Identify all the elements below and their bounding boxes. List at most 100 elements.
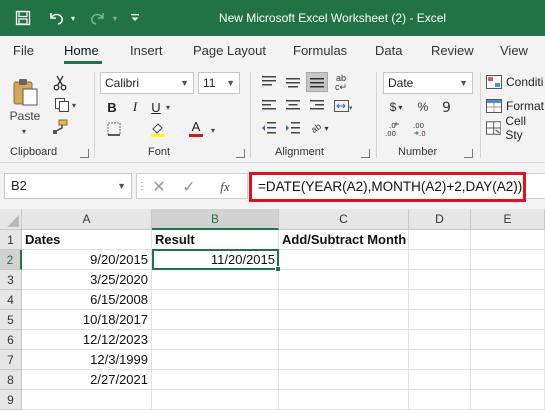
underline-dropdown-icon[interactable]: ▾ xyxy=(163,100,173,114)
cell-e7[interactable] xyxy=(471,350,545,370)
increase-indent-icon[interactable] xyxy=(284,120,302,136)
cell-e4[interactable] xyxy=(471,290,545,310)
cell-b8[interactable] xyxy=(152,370,279,390)
percent-button[interactable]: % xyxy=(414,98,432,116)
cell-d5[interactable] xyxy=(409,310,471,330)
insert-function-icon[interactable]: fx xyxy=(215,177,235,197)
cell-d2[interactable] xyxy=(409,250,471,270)
font-size-select[interactable]: 11 ▼ xyxy=(198,72,240,94)
copy-icon[interactable]: ▾ xyxy=(50,96,80,114)
bold-button[interactable]: B xyxy=(104,98,120,116)
cell-c5[interactable] xyxy=(279,310,409,330)
cell-e8[interactable] xyxy=(471,370,545,390)
italic-button[interactable]: I xyxy=(127,98,143,116)
cell-a8[interactable]: 2/27/2021 xyxy=(22,370,152,390)
align-right-icon[interactable] xyxy=(308,98,326,114)
column-header-a[interactable]: A xyxy=(22,209,152,230)
column-header-e[interactable]: E xyxy=(471,209,545,230)
align-top-icon[interactable] xyxy=(260,74,278,90)
cell-c7[interactable] xyxy=(279,350,409,370)
cell-a4[interactable]: 6/15/2008 xyxy=(22,290,152,310)
more-options-icon[interactable]: ⋮ xyxy=(137,176,147,196)
row-header-4[interactable]: 4 xyxy=(0,290,22,310)
row-header-8[interactable]: 8 xyxy=(0,370,22,390)
cell-b7[interactable] xyxy=(152,350,279,370)
cell-a2[interactable]: 9/20/2015 xyxy=(22,250,152,270)
font-color-icon[interactable]: A xyxy=(186,120,206,138)
row-header-2[interactable]: 2 xyxy=(0,250,22,270)
cell-a5[interactable]: 10/18/2017 xyxy=(22,310,152,330)
cell-c6[interactable] xyxy=(279,330,409,350)
cell-b9[interactable] xyxy=(152,390,279,410)
cell-styles-button[interactable]: Cell Sty xyxy=(486,114,545,142)
cell-b3[interactable] xyxy=(152,270,279,290)
cell-d7[interactable] xyxy=(409,350,471,370)
formula-input[interactable]: =DATE(YEAR(A2),MONTH(A2)+2,DAY(A2)) xyxy=(249,172,526,202)
font-name-select[interactable]: Calibri ▼ xyxy=(100,72,194,94)
column-header-d[interactable]: D xyxy=(409,209,471,230)
fill-handle[interactable] xyxy=(275,266,281,272)
cell-e5[interactable] xyxy=(471,310,545,330)
cell-d8[interactable] xyxy=(409,370,471,390)
borders-icon[interactable] xyxy=(104,120,124,138)
merge-center-icon[interactable]: ▾ xyxy=(332,98,354,114)
cut-icon[interactable] xyxy=(50,74,70,92)
tab-view[interactable]: View xyxy=(500,43,528,58)
tab-page-layout[interactable]: Page Layout xyxy=(193,43,266,58)
cell-e3[interactable] xyxy=(471,270,545,290)
cell-d6[interactable] xyxy=(409,330,471,350)
cell-a3[interactable]: 3/25/2020 xyxy=(22,270,152,290)
select-all-corner[interactable] xyxy=(0,209,22,230)
align-center-icon[interactable] xyxy=(284,98,302,114)
cell-e1[interactable] xyxy=(471,230,545,250)
cell-d9[interactable] xyxy=(409,390,471,410)
tab-file[interactable]: File xyxy=(13,43,34,58)
row-header-7[interactable]: 7 xyxy=(0,350,22,370)
cell-a6[interactable]: 12/12/2023 xyxy=(22,330,152,350)
font-color-dropdown-icon[interactable]: ▾ xyxy=(208,124,218,136)
cell-c9[interactable] xyxy=(279,390,409,410)
cell-c3[interactable] xyxy=(279,270,409,290)
cell-d3[interactable] xyxy=(409,270,471,290)
align-bottom-icon[interactable] xyxy=(306,72,328,92)
align-middle-icon[interactable] xyxy=(284,74,302,90)
paste-button[interactable]: Paste xyxy=(6,72,44,128)
comma-style-icon[interactable]: 9 xyxy=(438,98,458,116)
column-header-b[interactable]: B xyxy=(152,209,279,230)
row-header-9[interactable]: 9 xyxy=(0,390,22,410)
cell-b5[interactable] xyxy=(152,310,279,330)
cell-b1[interactable]: Result xyxy=(152,230,279,250)
format-as-table-button[interactable]: Format xyxy=(486,96,545,116)
cancel-icon[interactable]: ✕ xyxy=(149,177,169,197)
row-header-5[interactable]: 5 xyxy=(0,310,22,330)
underline-button[interactable]: U xyxy=(148,98,164,116)
name-box[interactable]: B2 ▼ xyxy=(4,173,132,199)
cell-d4[interactable] xyxy=(409,290,471,310)
font-launcher-icon[interactable] xyxy=(236,149,245,158)
row-header-3[interactable]: 3 xyxy=(0,270,22,290)
paste-dropdown-icon[interactable]: ▾ xyxy=(18,126,30,136)
cell-e9[interactable] xyxy=(471,390,545,410)
format-painter-icon[interactable] xyxy=(50,118,70,136)
cell-b4[interactable] xyxy=(152,290,279,310)
fill-color-icon[interactable] xyxy=(148,120,168,138)
decrease-indent-icon[interactable] xyxy=(260,120,278,136)
row-header-1[interactable]: 1 xyxy=(0,230,22,250)
tab-review[interactable]: Review xyxy=(431,43,474,58)
conditional-formatting-button[interactable]: Conditi xyxy=(486,72,545,92)
cell-c1[interactable]: Add/Subtract Month xyxy=(279,230,409,250)
number-launcher-icon[interactable] xyxy=(464,149,473,158)
tab-home[interactable]: Home xyxy=(64,43,99,58)
row-header-6[interactable]: 6 xyxy=(0,330,22,350)
cell-e2[interactable] xyxy=(471,250,545,270)
tab-formulas[interactable]: Formulas xyxy=(293,43,347,58)
decrease-decimal-icon[interactable]: .00.0 xyxy=(412,120,436,138)
column-header-c[interactable]: C xyxy=(279,209,409,230)
number-format-select[interactable]: Date ▼ xyxy=(383,72,473,94)
increase-decimal-icon[interactable]: .0.00 xyxy=(384,120,408,138)
cell-a7[interactable]: 12/3/1999 xyxy=(22,350,152,370)
alignment-launcher-icon[interactable] xyxy=(361,149,370,158)
orientation-icon[interactable]: ab ▾ xyxy=(308,120,332,136)
tab-insert[interactable]: Insert xyxy=(130,43,163,58)
cell-a9[interactable] xyxy=(22,390,152,410)
